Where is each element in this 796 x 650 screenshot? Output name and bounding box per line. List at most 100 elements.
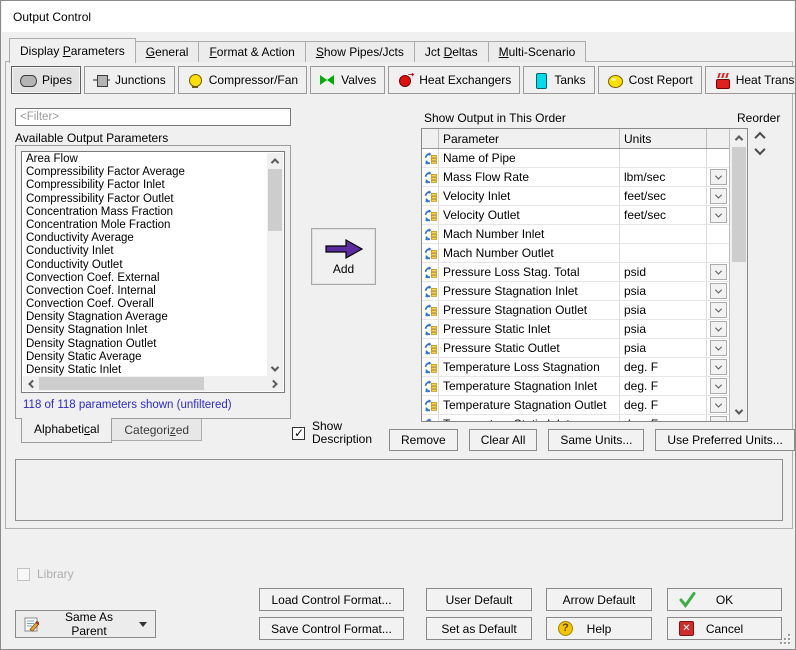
view-tab[interactable]: Alphabetical (21, 418, 113, 443)
main-tab[interactable]: Show Pipes/Jcts (304, 41, 415, 62)
output-order-title: Show Output in This Order (424, 111, 566, 125)
show-description-checkbox[interactable] (292, 426, 305, 440)
main-tab[interactable]: Jct Deltas (413, 41, 489, 62)
parameter-list-item[interactable]: Convection Coef. External (23, 272, 267, 285)
table-row[interactable]: Mach Number Outlet (422, 244, 729, 263)
units-dropdown-button[interactable] (709, 340, 727, 356)
ok-button[interactable]: OK (667, 588, 782, 611)
user-default-button[interactable]: User Default (426, 588, 532, 611)
toolbar-button[interactable]: Junctions (84, 66, 175, 94)
view-tab[interactable]: Categorized (111, 419, 203, 441)
parameter-list-item[interactable]: Conductivity Inlet (23, 245, 267, 258)
heat-exchangers-icon (397, 73, 414, 88)
order-action-button[interactable]: Use Preferred Units... (655, 429, 795, 451)
units-dropdown-button[interactable] (709, 302, 727, 318)
table-row[interactable]: Temperature Static Inlet deg. F (422, 415, 729, 421)
parameter-list-item[interactable]: Compressibility Factor Inlet (23, 179, 267, 192)
parameter-list-item[interactable]: Density Stagnation Outlet (23, 338, 267, 351)
help-button[interactable]: ? Help (546, 617, 652, 640)
units-dropdown-button[interactable] (709, 283, 727, 299)
units-dropdown-button[interactable] (709, 169, 727, 185)
parameter-list-item[interactable]: Density Stagnation Inlet (23, 324, 267, 337)
filter-input[interactable] (15, 108, 291, 126)
order-action-button[interactable]: Clear All (468, 429, 538, 451)
parameter-list-item[interactable]: Convection Coef. Overall (23, 298, 267, 311)
list-horizontal-scrollbar[interactable] (23, 376, 283, 391)
parameter-list-item[interactable]: Concentration Mass Fraction (23, 206, 267, 219)
toolbar-button[interactable]: Compressor/Fan (177, 66, 308, 94)
main-tab[interactable]: General (134, 41, 200, 62)
set-as-default-button[interactable]: Set as Default (426, 617, 532, 640)
reorder-up-button[interactable] (754, 131, 766, 144)
toolbar-button[interactable]: Tanks (523, 66, 595, 94)
parameter-list-item[interactable]: Conductivity Average (23, 232, 267, 245)
table-row[interactable]: Pressure Static Outlet psia (422, 339, 729, 358)
order-action-button[interactable]: Remove (389, 429, 458, 451)
units-dropdown-button[interactable] (709, 416, 727, 421)
table-row[interactable]: Mass Flow Rate lbm/sec (422, 168, 729, 187)
parameter-list-item[interactable]: Density Static Inlet (23, 364, 267, 376)
toolbar-button[interactable]: Heat Transfer (704, 66, 795, 94)
scroll-right-button[interactable] (267, 376, 283, 391)
table-row[interactable]: Temperature Stagnation Outlet deg. F (422, 396, 729, 415)
table-row[interactable]: Pressure Static Inlet psia (422, 320, 729, 339)
same-as-parent-button[interactable]: Same As Parent (15, 610, 156, 638)
reorder-down-button[interactable] (754, 143, 766, 156)
parameter-list-item[interactable]: Concentration Mole Fraction (23, 219, 267, 232)
scroll-up-button[interactable] (267, 153, 283, 168)
table-row[interactable]: Temperature Loss Stagnation deg. F (422, 358, 729, 377)
main-tab[interactable]: Display Parameters (9, 38, 136, 63)
resize-grip[interactable] (780, 634, 790, 644)
scroll-left-button[interactable] (23, 376, 39, 391)
table-row[interactable]: Pressure Stagnation Inlet psia (422, 282, 729, 301)
parameter-list-item[interactable]: Density Stagnation Average (23, 311, 267, 324)
add-button[interactable]: Add (311, 228, 376, 285)
table-row[interactable]: Temperature Stagnation Inlet deg. F (422, 377, 729, 396)
parameter-list-item[interactable]: Area Flow (23, 153, 267, 166)
save-control-format-button[interactable]: Save Control Format... (259, 617, 404, 640)
load-control-format-button[interactable]: Load Control Format... (259, 588, 404, 611)
main-tab[interactable]: Format & Action (198, 41, 306, 62)
scroll-up-button[interactable] (731, 130, 747, 146)
parameter-list-item[interactable]: Density Static Average (23, 351, 267, 364)
toolbar-button[interactable]: Cost Report (597, 66, 702, 94)
units-dropdown-button[interactable] (709, 207, 727, 223)
scroll-down-button[interactable] (267, 361, 283, 376)
toolbar-button[interactable]: Heat Exchangers (388, 66, 521, 94)
column-header-units[interactable]: Units (620, 129, 707, 148)
table-row[interactable]: Velocity Inlet feet/sec (422, 187, 729, 206)
parameter-list-item[interactable]: Compressibility Factor Average (23, 166, 267, 179)
order-action-button[interactable]: Same Units... (548, 429, 645, 451)
units-dropdown-button[interactable] (709, 188, 727, 204)
scrollbar-thumb[interactable] (268, 169, 282, 231)
column-header-parameter[interactable]: Parameter (439, 129, 620, 148)
units-dropdown-button[interactable] (709, 264, 727, 280)
chevron-down-icon (714, 381, 722, 389)
scrollbar-thumb[interactable] (732, 147, 746, 262)
parameter-list-item[interactable]: Convection Coef. Internal (23, 285, 267, 298)
main-tab[interactable]: Multi-Scenario (487, 41, 587, 62)
scrollbar-thumb[interactable] (39, 377, 204, 390)
reorder-row-icon (424, 341, 437, 355)
table-vertical-scrollbar[interactable] (729, 129, 747, 421)
units-dropdown-button[interactable] (709, 397, 727, 413)
parameter-list-item[interactable]: Compressibility Factor Outlet (23, 193, 267, 206)
cancel-button[interactable]: ✕ Cancel (667, 617, 782, 640)
table-row[interactable]: Name of Pipe (422, 149, 729, 168)
toolbar-button[interactable]: Pipes (11, 66, 82, 94)
table-row[interactable]: Velocity Outlet feet/sec (422, 206, 729, 225)
table-row[interactable]: Pressure Loss Stag. Total psid (422, 263, 729, 282)
scroll-down-button[interactable] (731, 404, 747, 420)
tab-access-key: D (443, 45, 453, 59)
toolbar-button[interactable]: Valves (310, 66, 386, 94)
table-row[interactable]: Pressure Stagnation Outlet psia (422, 301, 729, 320)
arrow-default-button[interactable]: Arrow Default (546, 588, 652, 611)
table-row[interactable]: Mach Number Inlet (422, 225, 729, 244)
units-dropdown-button[interactable] (709, 359, 727, 375)
parameter-list-item[interactable]: Conductivity Outlet (23, 259, 267, 272)
cell-parameter: Pressure Static Inlet (439, 320, 620, 338)
units-dropdown-button[interactable] (709, 321, 727, 337)
units-dropdown-button[interactable] (709, 378, 727, 394)
cancel-x-icon: ✕ (679, 621, 694, 636)
list-vertical-scrollbar[interactable] (267, 153, 283, 376)
